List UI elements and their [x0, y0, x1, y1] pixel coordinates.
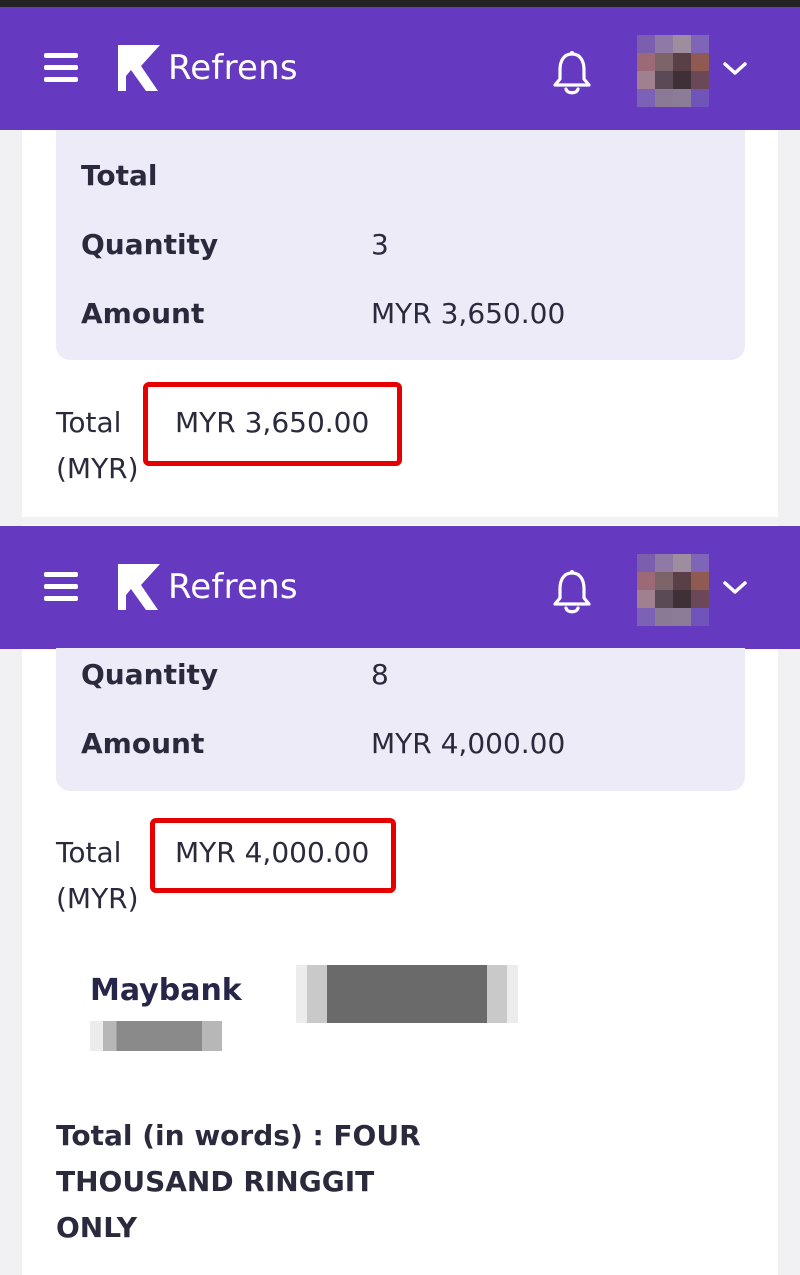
total-label: Total (MYR): [56, 836, 139, 915]
chevron-down-icon[interactable]: [722, 60, 748, 78]
amount-value: MYR 3,650.00: [371, 297, 566, 330]
bell-icon[interactable]: [551, 50, 593, 96]
amount-label: Amount: [81, 727, 205, 760]
brand-name: Refrens: [168, 567, 298, 607]
user-avatar[interactable]: [637, 554, 709, 626]
status-strip: [0, 0, 800, 7]
invoice-screen-1: Refrens Total Quantity 3 Amount MYR 3,65…: [0, 7, 800, 517]
app-header: Refrens: [0, 526, 800, 649]
redacted-account-number: [90, 1021, 222, 1051]
bank-name: Maybank: [90, 973, 242, 1008]
hamburger-menu-icon[interactable]: [44, 53, 78, 83]
chevron-down-icon[interactable]: [722, 579, 748, 597]
invoice-screen-2: Refrens Quantity 8 Amount MYR 4,000.00 T…: [0, 525, 800, 1275]
refrens-logo[interactable]: Refrens: [118, 45, 298, 91]
app-header: Refrens: [0, 7, 800, 130]
total-in-words: Total (in words) : FOUR THOUSAND RINGGIT…: [56, 1119, 421, 1244]
quantity-label: Quantity: [81, 228, 219, 261]
total-value: MYR 4,000.00: [175, 836, 370, 869]
total-value: MYR 3,650.00: [175, 406, 370, 439]
bell-icon[interactable]: [551, 569, 593, 615]
user-avatar[interactable]: [637, 35, 709, 107]
hamburger-menu-icon[interactable]: [44, 572, 78, 602]
summary-title: Total: [81, 159, 158, 192]
amount-label: Amount: [81, 297, 205, 330]
total-label: Total (MYR): [56, 406, 139, 485]
redacted-bank-details: [296, 965, 518, 1023]
quantity-value: 3: [371, 228, 389, 261]
refrens-logo-mark-icon: [118, 564, 160, 610]
refrens-logo-mark-icon: [118, 45, 160, 91]
quantity-label: Quantity: [81, 658, 219, 691]
quantity-value: 8: [371, 658, 389, 691]
refrens-logo[interactable]: Refrens: [118, 564, 298, 610]
brand-name: Refrens: [168, 48, 298, 88]
amount-value: MYR 4,000.00: [371, 727, 566, 760]
